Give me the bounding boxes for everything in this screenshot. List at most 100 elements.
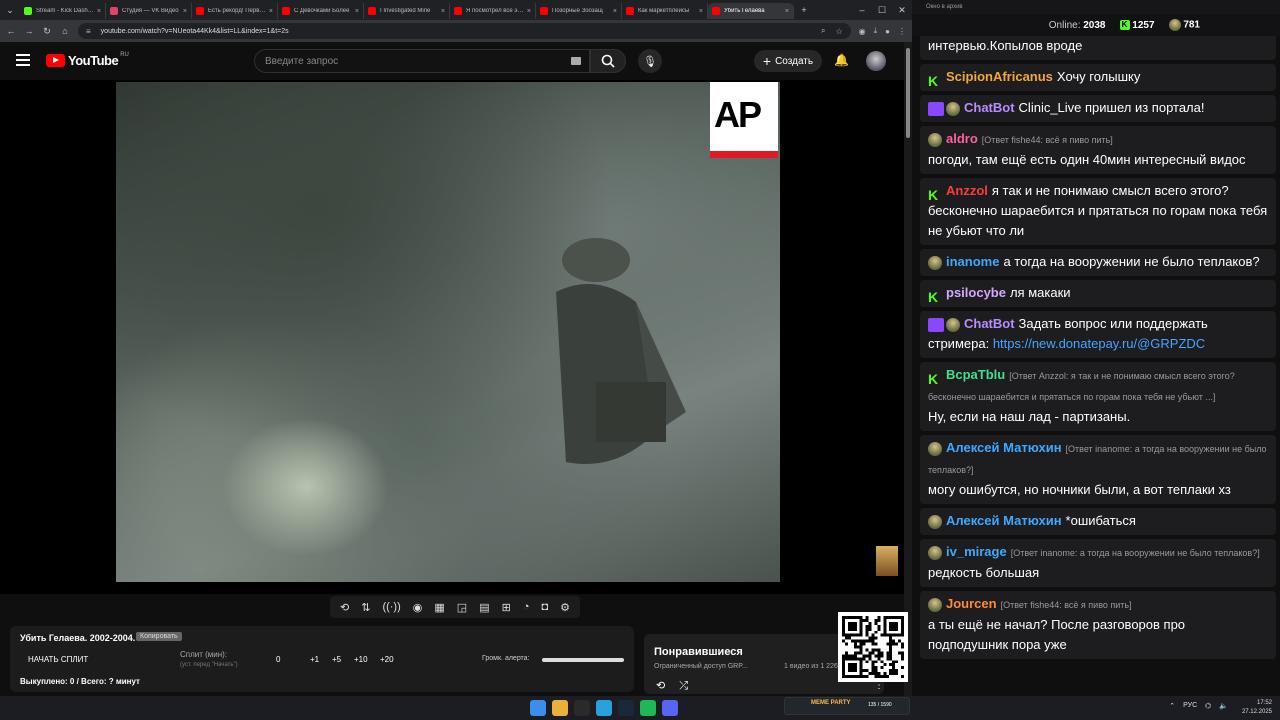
chat-username[interactable]: inanome — [946, 254, 999, 269]
close-window-icon[interactable]: ✕ — [892, 5, 912, 16]
spotify-icon[interactable] — [640, 700, 656, 716]
tab-close-icon[interactable]: × — [355, 8, 359, 15]
obs-icon[interactable] — [574, 700, 590, 716]
steam-icon[interactable] — [618, 700, 634, 716]
site-info-icon[interactable]: ≡ — [86, 27, 91, 36]
chat-username[interactable]: psilocybe — [946, 285, 1006, 300]
chat-username[interactable]: Anzzol — [946, 183, 988, 198]
tab-close-icon[interactable]: × — [785, 8, 789, 15]
tab-close-icon[interactable]: × — [613, 8, 617, 15]
tab-close-icon[interactable]: × — [183, 8, 187, 15]
telegram-icon[interactable] — [596, 700, 612, 716]
loop-icon[interactable]: ⟲ — [340, 601, 349, 614]
extension-icon[interactable]: ◉ — [859, 27, 866, 36]
chat-link[interactable]: https://new.donatepay.ru/@GRPZDC — [993, 336, 1205, 351]
copy-button[interactable]: Копировать — [136, 632, 182, 641]
profile-icon[interactable]: ● — [885, 27, 890, 36]
playlist-title[interactable]: Понравившиеся — [654, 646, 743, 658]
chat-username[interactable]: BcpaTblu — [946, 367, 1005, 382]
chat-username[interactable]: ChatBot — [964, 316, 1015, 331]
start-split-button[interactable]: НАЧАТЬ СПЛИТ — [28, 655, 88, 664]
volume-icon[interactable]: 🔈 — [1219, 702, 1228, 710]
windows-icon[interactable] — [530, 700, 546, 716]
bell-icon[interactable]: 🔔 — [834, 53, 849, 67]
scrollbar-thumb[interactable] — [906, 48, 910, 138]
channel-thumbnail[interactable] — [876, 546, 898, 576]
tab-close-icon[interactable]: × — [269, 8, 273, 15]
add-icon[interactable]: ⊞ — [502, 601, 511, 614]
youtube-logo[interactable]: YouTube RU — [46, 51, 129, 68]
browser-tab[interactable]: Студия — VK Видео × — [106, 3, 192, 19]
sort-icon[interactable]: ⇅ — [361, 601, 370, 614]
page-scrollbar[interactable] — [904, 42, 912, 696]
chat-username[interactable]: Jourcen — [946, 596, 997, 611]
browser-menu-icon[interactable]: ⋮ — [898, 27, 906, 36]
browser-tab[interactable]: Я посмотрел все эпи × — [450, 3, 536, 19]
chat-username[interactable]: Алексей Матюхин — [946, 440, 1062, 455]
chat-message-text: а ты ещё не начал? После разговоров про … — [928, 617, 1186, 652]
menu-icon[interactable] — [16, 54, 30, 66]
download-icon[interactable]: ⤓ — [874, 26, 878, 36]
calendar-icon[interactable]: ▦ — [434, 601, 444, 614]
region-code: RU — [120, 51, 129, 58]
url-field[interactable]: ≡ youtube.com/watch?v=NUeota44Kk4&list=L… — [78, 23, 851, 39]
forward-icon[interactable]: → — [24, 26, 34, 36]
speed-icon[interactable]: ◔ — [523, 601, 530, 613]
chat-username[interactable]: aldro — [946, 131, 978, 146]
reload-icon[interactable]: ↻ — [42, 26, 52, 37]
new-tab-icon[interactable]: + — [794, 5, 814, 15]
network-icon[interactable]: ⌬ — [1205, 702, 1211, 710]
pip-icon[interactable]: ◲ — [457, 601, 467, 614]
viewer-stat: 781 — [1168, 19, 1200, 31]
browser-tab[interactable]: I Investigated Mine × — [364, 3, 450, 19]
gear-icon[interactable]: ⚙ — [560, 601, 570, 614]
tab-close-icon[interactable]: × — [441, 8, 445, 15]
screenshot-icon[interactable]: ◘ — [541, 601, 548, 613]
split-plus-1[interactable]: +1 — [310, 655, 319, 664]
tab-close-icon[interactable]: × — [97, 8, 101, 15]
browser-tab[interactable]: Есть рекорд! Первый × — [192, 3, 278, 19]
browser-tab[interactable]: С Девочками Более × — [278, 3, 364, 19]
search-button[interactable] — [590, 49, 626, 73]
video-frame[interactable]: AP — [116, 82, 780, 582]
chat-username[interactable]: ChatBot — [964, 100, 1015, 115]
split-plus-10[interactable]: +10 — [354, 655, 368, 664]
browser-tab[interactable]: Убить Гелаева × — [708, 3, 794, 19]
audio-icon[interactable]: ((·)) — [382, 601, 400, 613]
chat-username[interactable]: Алексей Матюхин — [946, 513, 1062, 528]
tray-chevron-icon[interactable]: ⌃ — [1169, 702, 1175, 710]
discord-icon[interactable] — [662, 700, 678, 716]
browser-tab[interactable]: Stream - Kick Dashboard× — [20, 3, 106, 19]
chrome-icon[interactable] — [552, 700, 568, 716]
avatar[interactable] — [866, 51, 886, 71]
tab-title: Студия — VK Видео — [122, 8, 179, 14]
maximize-icon[interactable]: ☐ — [872, 5, 892, 16]
split-plus-20[interactable]: +20 — [380, 655, 394, 664]
search-input[interactable]: Введите запрос — [254, 49, 590, 73]
split-plus-5[interactable]: +5 — [332, 655, 341, 664]
alert-volume-slider[interactable] — [542, 658, 624, 662]
tab-close-icon[interactable]: × — [699, 8, 703, 15]
shuffle-icon[interactable]: ⤮ — [679, 680, 702, 692]
video-player[interactable]: AP — [0, 80, 904, 594]
tab-search-icon[interactable]: ⌄ — [0, 5, 20, 16]
language-indicator[interactable]: РУС — [1183, 702, 1197, 710]
browser-tab[interactable]: Как маркетплейсы × — [622, 3, 708, 19]
zoom-icon[interactable]: ⌕ — [821, 26, 825, 36]
back-icon[interactable]: ← — [6, 26, 16, 36]
chat-username[interactable]: iv_mirage — [946, 544, 1007, 559]
bookmark-star-icon[interactable]: ☆ — [835, 27, 842, 36]
minimize-icon[interactable]: – — [852, 5, 872, 15]
split-value-0[interactable]: 0 — [276, 655, 280, 664]
keyboard-icon[interactable] — [571, 57, 581, 65]
tab-close-icon[interactable]: × — [527, 8, 531, 15]
home-icon[interactable]: ⌂ — [60, 26, 70, 36]
chat-username[interactable]: ScipionAfricanus — [946, 69, 1053, 84]
clock[interactable]: 17:52 27.12.2025 — [1242, 699, 1272, 717]
browser-tab[interactable]: Позорные Зоозащ × — [536, 3, 622, 19]
create-button[interactable]: + Создать — [754, 50, 822, 72]
repeat-icon[interactable]: ⟲ — [656, 680, 679, 692]
frame-icon[interactable]: ▤ — [479, 601, 489, 614]
mic-button[interactable]: 🎙 — [638, 49, 662, 73]
eye-icon[interactable]: ◉ — [413, 601, 423, 614]
